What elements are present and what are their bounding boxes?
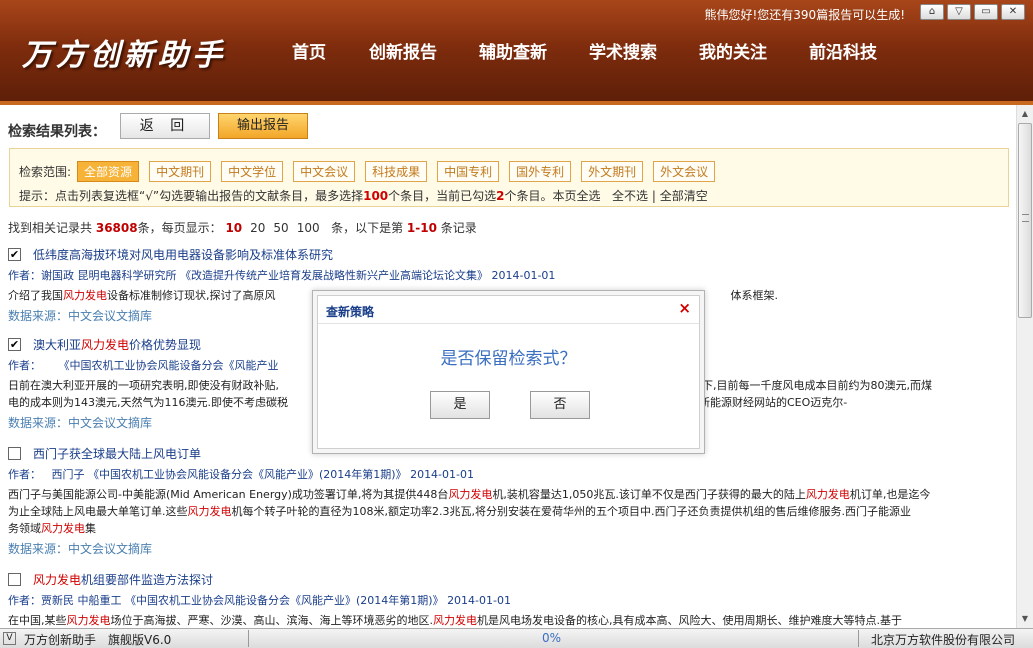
status-bar: V 万方创新助手 旗舰版V6.0 0% 北京万方软件股份有限公司	[0, 628, 1033, 648]
scrollbar-thumb[interactable]	[1018, 123, 1032, 318]
close-icon[interactable]: ✕	[1001, 4, 1025, 20]
nav-frontier-tech[interactable]: 前沿科技	[788, 38, 898, 63]
result-checkbox[interactable]	[8, 447, 21, 460]
result-abstract-line2: 为止全球陆上风电最大单笔订单.这些风力发电机每个转子叶轮的直径为108米,额定功…	[8, 505, 911, 518]
nav-home[interactable]: 首页	[270, 38, 348, 63]
result-checkbox[interactable]	[8, 573, 21, 586]
grip-icon	[1022, 214, 1029, 222]
filter-row: 检索范围: 全部资源 中文期刊 中文学位 中文会议 科技成果 中国专利 国外专利…	[19, 161, 725, 182]
status-divider	[858, 630, 859, 647]
page-size-20[interactable]: 20	[250, 221, 265, 235]
result-abstract: 西门子与美国能源公司-中美能源(Mid American Energy)成功签署…	[8, 488, 931, 501]
home-icon[interactable]: ⌂	[920, 4, 944, 20]
result-abstract-line3: 务领域风力发电集	[8, 522, 96, 535]
nav-my-follows[interactable]: 我的关注	[678, 38, 788, 63]
user-greeting: 熊伟您好!您还有390篇报告可以生成!	[704, 8, 905, 22]
unselect-all-link[interactable]: 全不选	[612, 189, 648, 203]
filter-tag-cn-conference[interactable]: 中文会议	[293, 161, 356, 182]
result-meta: 作者：贾新民 中船重工 《中国农机工业协会风能设备分会《风能产业》(2014年第…	[8, 594, 511, 607]
result-item: 西门子获全球最大陆上风电订单 作者： 西门子 《中国农机工业协会风能设备分会《风…	[8, 445, 1012, 557]
filter-tag-foreign-patent[interactable]: 国外专利	[509, 161, 572, 182]
page-size-100[interactable]: 100	[297, 221, 320, 235]
clear-all-link[interactable]: 全部清空	[660, 189, 708, 203]
result-item: 风力发电机组要部件监造方法探讨 作者：贾新民 中船重工 《中国农机工业协会风能设…	[8, 571, 1012, 628]
status-toggle-icon[interactable]: V	[3, 632, 16, 645]
filter-tag-all[interactable]: 全部资源	[77, 161, 140, 182]
filter-tag-cn-journal[interactable]: 中文期刊	[149, 161, 212, 182]
yes-button[interactable]: 是	[430, 391, 490, 419]
vertical-scrollbar[interactable]: ▲ ▼	[1016, 105, 1033, 628]
selection-hint: 提示：点击列表复选框“√”勾选要输出报告的文献条目，最多选择100个条目，当前已…	[19, 189, 708, 203]
filter-tag-foreign-journal[interactable]: 外文期刊	[581, 161, 644, 182]
filter-tag-cn-thesis[interactable]: 中文学位	[221, 161, 284, 182]
result-meta: 作者： 西门子 《中国农机工业协会风能设备分会《风能产业》(2014年第1期)》…	[8, 468, 474, 481]
chevron-down-icon[interactable]: ▽	[947, 4, 971, 20]
status-app-name: 万方创新助手	[24, 633, 97, 647]
dialog-question: 是否保留检索式？	[440, 349, 577, 369]
dialog-close-icon[interactable]: ×	[678, 299, 691, 317]
filter-tag-cn-patent[interactable]: 中国专利	[437, 161, 500, 182]
result-title[interactable]: 澳大利亚风力发电价格优势显现	[33, 336, 201, 353]
result-title[interactable]: 风力发电机组要部件监造方法探讨	[33, 571, 213, 588]
dialog-title: 查新策略	[326, 305, 375, 319]
status-divider	[248, 630, 249, 647]
dialog-divider	[318, 323, 699, 324]
result-title[interactable]: 西门子获全球最大陆上风电订单	[33, 445, 201, 462]
result-meta: 作者：谢国政 昆明电器科学研究所 《改造提升传统产业培育发展战略性新兴产业高端论…	[8, 269, 556, 282]
main-nav: 首页 创新报告 辅助查新 学术搜索 我的关注 前沿科技	[270, 38, 898, 63]
nav-assisted-search[interactable]: 辅助查新	[458, 38, 568, 63]
scroll-up-icon[interactable]: ▲	[1019, 107, 1031, 121]
nav-academic-search[interactable]: 学术搜索	[568, 38, 678, 63]
no-button[interactable]: 否	[530, 391, 590, 419]
result-source: 数据来源：中文会议文摘库	[8, 542, 153, 556]
scroll-down-icon[interactable]: ▼	[1019, 612, 1031, 626]
back-button[interactable]: 返 回	[120, 113, 210, 139]
result-checkbox[interactable]: ✔	[8, 248, 21, 261]
status-version: 旗舰版V6.0	[108, 633, 172, 647]
app-header: 万方创新助手 首页 创新报告 辅助查新 学术搜索 我的关注 前沿科技 熊伟您好!…	[0, 0, 1033, 105]
search-strategy-dialog: 查新策略 × 是否保留检索式？ 是 否	[312, 290, 705, 454]
result-title[interactable]: 低纬度高海拔环境对风电用电器设备影响及标准体系研究	[33, 246, 333, 263]
result-abstract: 在中国,某些风力发电场位于高海拔、严寒、沙漠、高山、滨海、海上等环境恶劣的地区.…	[8, 614, 902, 627]
page-size-50[interactable]: 50	[273, 221, 288, 235]
results-toolbar: 检索结果列表： 返 回 输出报告	[8, 111, 308, 141]
filter-tag-achievements[interactable]: 科技成果	[365, 161, 428, 182]
export-report-button[interactable]: 输出报告	[218, 113, 308, 139]
window-controls: ⌂ ▽ ▭ ✕	[920, 4, 1025, 20]
app-logo: 万方创新助手	[22, 38, 226, 73]
nav-innovation-report[interactable]: 创新报告	[348, 38, 458, 63]
status-progress: 0%	[542, 631, 562, 645]
status-company: 北京万方软件股份有限公司	[870, 633, 1015, 647]
filter-box: 检索范围: 全部资源 中文期刊 中文学位 中文会议 科技成果 中国专利 国外专利…	[9, 148, 1009, 207]
page-size-10[interactable]: 10	[225, 221, 242, 235]
results-list-title: 检索结果列表：	[8, 124, 106, 140]
filter-label: 检索范围:	[19, 165, 72, 179]
result-checkbox[interactable]: ✔	[8, 338, 21, 351]
filter-tag-foreign-conference[interactable]: 外文会议	[653, 161, 716, 182]
minimize-icon[interactable]: ▭	[974, 4, 998, 20]
result-stats: 找到相关记录共 36808条，每页显示： 10 20 50 100 条，以下是第 1-…	[8, 221, 477, 235]
